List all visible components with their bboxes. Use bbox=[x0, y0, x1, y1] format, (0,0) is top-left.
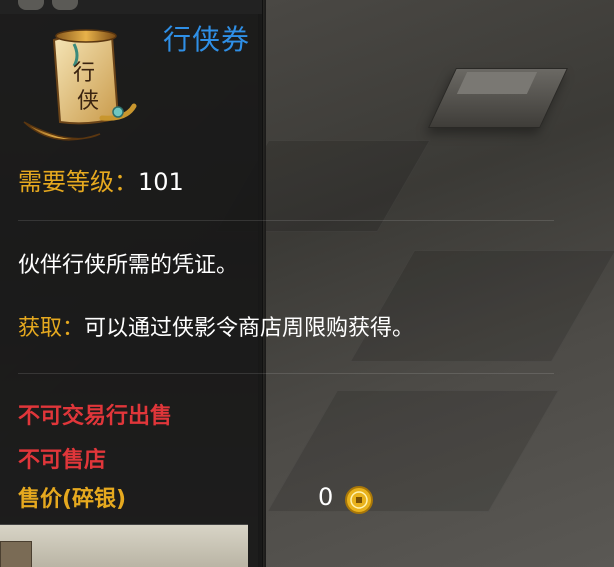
scroll-icon: 行 侠 bbox=[23, 29, 137, 141]
inventory-slot-strip bbox=[0, 524, 248, 567]
background-floor bbox=[215, 0, 614, 567]
acquire-text: 可以通过侠影令商店周限购获得。 bbox=[84, 316, 415, 341]
sell-price-label: 售价(碎银) bbox=[18, 487, 127, 512]
item-name: 行侠券 bbox=[163, 23, 251, 56]
floor-tile bbox=[349, 250, 614, 362]
scroll-glyph: 侠 bbox=[77, 89, 99, 114]
frame-knob bbox=[18, 0, 44, 10]
game-scene: 行 侠 行侠券 需要等级：101 伙伴行侠所需的凭证。 获取：可以通过侠影令商店… bbox=[0, 0, 614, 567]
tooltip-top-strip bbox=[0, 0, 262, 14]
sell-price-value: 0 bbox=[318, 483, 334, 511]
required-level-value: 101 bbox=[138, 168, 184, 196]
inventory-item-icon[interactable] bbox=[0, 541, 32, 567]
divider bbox=[18, 373, 554, 374]
divider bbox=[18, 220, 554, 221]
restriction-no-shop: 不可售店 bbox=[18, 448, 107, 473]
floor-tile bbox=[266, 390, 560, 512]
acquire-label: 获取： bbox=[18, 316, 85, 341]
frame-knob bbox=[52, 0, 78, 10]
required-level-label: 需要等级： bbox=[18, 168, 138, 196]
coin-icon bbox=[345, 486, 373, 514]
stone-block-top bbox=[456, 72, 538, 94]
required-level-row: 需要等级：101 bbox=[18, 162, 184, 197]
restriction-no-trade: 不可交易行出售 bbox=[18, 404, 173, 429]
item-description: 伙伴行侠所需的凭证。 bbox=[18, 253, 239, 278]
scroll-glyph: 行 bbox=[73, 61, 95, 86]
acquire-row: 获取：可以通过侠影令商店周限购获得。 bbox=[18, 310, 414, 342]
